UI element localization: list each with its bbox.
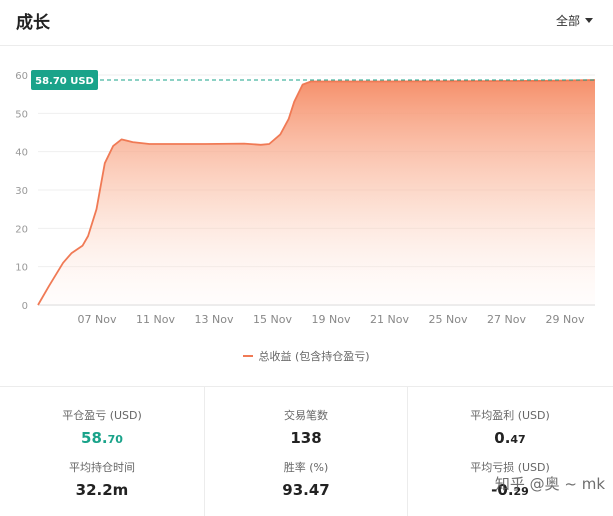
stat-avg-profit: 平均盈利 (USD) 0.47: [408, 407, 612, 447]
stat-value: 58.70: [81, 429, 123, 447]
caret-down-icon: [585, 18, 593, 23]
stat-avg-hold-time: 平均持仓时间 32.2m: [0, 459, 204, 499]
stats-panel: 平仓盈亏 (USD) 58.70 平均持仓时间 32.2m 交易笔数 138 胜…: [0, 386, 613, 516]
y-tick-label: 30: [15, 186, 28, 197]
stat-win-rate: 胜率 (%) 93.47: [205, 459, 407, 499]
stat-label: 交易笔数: [284, 409, 328, 422]
x-tick-label: 13 Nov: [195, 313, 234, 326]
y-tick-label: 0: [22, 301, 28, 312]
y-tick-label: 20: [15, 224, 28, 235]
x-tick-label: 25 Nov: [429, 313, 468, 326]
y-tick-label: 40: [15, 148, 28, 159]
x-tick-label: 07 Nov: [78, 313, 117, 326]
x-tick-label: 15 Nov: [253, 313, 292, 326]
x-tick-label: 19 Nov: [312, 313, 351, 326]
range-dropdown[interactable]: 全部: [556, 12, 593, 29]
stats-column-middle: 交易笔数 138 胜率 (%) 93.47: [204, 387, 408, 516]
stats-column-right: 平均盈利 (USD) 0.47 平均亏损 (USD) -0.29: [408, 387, 612, 516]
stat-closed-pnl: 平仓盈亏 (USD) 58.70: [0, 407, 204, 447]
range-dropdown-label: 全部: [555, 14, 580, 28]
legend-label: 总收益 (包含持仓盈亏): [258, 350, 370, 363]
x-tick-label: 29 Nov: [546, 313, 585, 326]
x-tick-label: 27 Nov: [487, 313, 526, 326]
current-value-label: 58.70 USD: [35, 76, 94, 87]
stat-label: 平均持仓时间: [69, 461, 135, 474]
chart-legend[interactable]: 总收益 (包含持仓盈亏): [0, 348, 613, 364]
y-tick-label: 10: [15, 263, 28, 274]
stat-value: 0.47: [494, 429, 526, 447]
stats-column-left: 平仓盈亏 (USD) 58.70 平均持仓时间 32.2m: [0, 387, 204, 516]
legend-line-icon: [243, 355, 254, 357]
growth-chart: 0 10 20 30 40 50 60 07 Nov 11 Nov 13 Nov 15 Nov 19 …: [15, 69, 596, 326]
card-header: 成长 全部: [0, 0, 613, 46]
stat-label: 平仓盈亏 (USD): [62, 409, 142, 422]
stat-value: 32.2m: [75, 481, 129, 499]
stat-label: 平均盈利 (USD): [470, 409, 550, 422]
y-tick-label: 60: [15, 71, 28, 82]
y-tick-label: 50: [15, 109, 28, 120]
x-tick-label: 21 Nov: [370, 313, 409, 326]
stat-value: 138: [290, 429, 322, 447]
stat-value: 93.47: [282, 481, 330, 499]
stat-label: 胜率 (%): [283, 461, 329, 474]
watermark: 知乎 @奥 ~ mk: [494, 475, 605, 493]
x-tick-label: 11 Nov: [136, 313, 175, 326]
card-title: 成长: [16, 13, 50, 33]
stat-trade-count: 交易笔数 138: [205, 407, 407, 447]
